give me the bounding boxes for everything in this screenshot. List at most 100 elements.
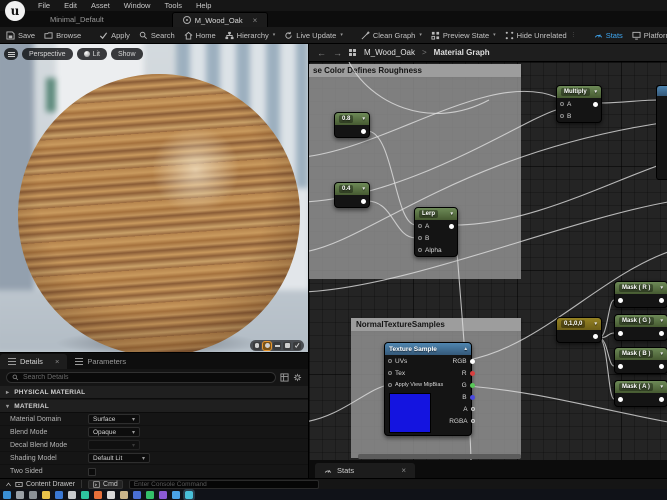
platform-stats-button[interactable]: Platform Stats — [632, 31, 667, 40]
a-output-pin[interactable] — [470, 407, 475, 411]
input-pin[interactable] — [560, 102, 564, 106]
input-pin[interactable] — [618, 364, 623, 369]
output-pin[interactable] — [659, 364, 664, 369]
viewport-menu-button[interactable] — [4, 48, 18, 60]
menu-help[interactable]: Help — [196, 1, 211, 10]
breadcrumb-page[interactable]: Material Graph — [434, 48, 490, 57]
save-button[interactable]: Save — [6, 31, 35, 40]
menu-tools[interactable]: Tools — [164, 1, 182, 10]
clean-graph-button[interactable]: Clean Graph ▾ — [361, 31, 422, 40]
rgba-output-pin[interactable] — [470, 419, 475, 423]
node-header[interactable]: Mask ( R ) ▾ — [615, 282, 667, 294]
details-search-box[interactable] — [6, 372, 276, 383]
preview-shape-cylinder-button[interactable] — [253, 341, 261, 350]
node-header[interactable]: 0.4 ▾ — [335, 183, 369, 195]
taskbar-icon-search[interactable] — [16, 490, 24, 499]
node-header[interactable]: Lerp ▾ — [415, 208, 457, 220]
r-output-pin[interactable] — [469, 370, 475, 376]
node-partial-right-edge[interactable] — [656, 85, 667, 180]
preview-shape-cube-button[interactable] — [283, 341, 291, 350]
node-header[interactable]: 0.8 ▾ — [335, 113, 369, 125]
console-command-input[interactable] — [128, 479, 319, 489]
unreal-logo-icon[interactable]: u — [5, 1, 25, 21]
close-icon[interactable]: × — [55, 357, 59, 366]
apply-button[interactable]: Apply — [99, 31, 130, 40]
taskbar-icon-app-gray[interactable] — [68, 490, 76, 499]
taskbar-icon-app-light[interactable] — [107, 490, 115, 499]
shading-model-dropdown[interactable]: Default Lit ▾ — [88, 453, 150, 463]
horizontal-scrollbar[interactable] — [358, 454, 521, 459]
search-details-input[interactable] — [23, 374, 270, 381]
menu-asset[interactable]: Asset — [91, 1, 110, 10]
breadcrumb-asset[interactable]: M_Wood_Oak — [364, 48, 415, 57]
node-mask-r[interactable]: Mask ( R ) ▾ — [614, 281, 667, 308]
taskbar-icon-file-explorer[interactable] — [42, 490, 50, 499]
taskbar-icon-app-teal[interactable] — [81, 490, 89, 499]
node-constant-0-4[interactable]: 0.4 ▾ — [334, 182, 370, 208]
output-pin[interactable] — [361, 198, 366, 204]
input-pin[interactable] — [388, 383, 392, 387]
preview-shape-sphere-button[interactable] — [262, 340, 272, 351]
section-physical-material[interactable]: ▸ PHYSICAL MATERIAL — [0, 386, 308, 399]
tab-stats[interactable]: Stats × — [315, 463, 415, 478]
node-header[interactable]: 0,1,0,0 ▾ — [557, 318, 601, 330]
taskbar-icon-start[interactable] — [3, 490, 11, 499]
preview-shape-custom-button[interactable] — [293, 341, 301, 350]
content-drawer-button[interactable]: Content Drawer — [5, 480, 75, 488]
menu-window[interactable]: Window — [124, 1, 151, 10]
node-header[interactable]: Multiply ▾ — [557, 86, 601, 98]
taskbar-icon-app-tan[interactable] — [120, 490, 128, 499]
output-pin[interactable] — [659, 331, 664, 336]
section-material[interactable]: ▾ MATERIAL — [0, 400, 308, 413]
node-texture-sample[interactable]: Texture Sample ▴ UVs Tex Apply View MipBi… — [384, 342, 475, 436]
node-header[interactable]: Mask ( G ) ▾ — [615, 315, 667, 327]
output-pin[interactable] — [659, 397, 664, 402]
back-arrow-icon[interactable]: ← — [317, 48, 326, 58]
normal-texture-preview[interactable] — [389, 393, 431, 433]
node-header[interactable]: Mask ( B ) ▾ — [615, 348, 667, 360]
input-pin[interactable] — [618, 298, 623, 303]
hierarchy-button[interactable]: Hierarchy ▾ — [225, 31, 275, 40]
forward-arrow-icon[interactable]: → — [333, 48, 342, 58]
gear-icon[interactable] — [293, 373, 302, 382]
preview-state-button[interactable]: Preview State ▾ — [431, 31, 496, 40]
output-pin[interactable] — [449, 223, 454, 229]
output-pin[interactable] — [593, 333, 598, 339]
input-pin[interactable] — [618, 397, 623, 402]
taskbar-icon-app-blue2[interactable] — [133, 490, 141, 499]
graph-canvas[interactable]: se Color Defines Roughness NormalTexture… — [309, 62, 667, 460]
input-pin[interactable] — [560, 114, 564, 118]
node-mask-a[interactable]: Mask ( A ) ▾ — [614, 380, 667, 407]
node-mask-g[interactable]: Mask ( G ) ▾ — [614, 314, 667, 341]
cmd-button[interactable]: Cmd — [88, 479, 123, 489]
tab-parameters[interactable]: Parameters — [67, 354, 134, 369]
input-pin[interactable] — [618, 331, 623, 336]
preview-shape-plane-button[interactable] — [273, 341, 281, 350]
home-button[interactable]: Home — [184, 31, 216, 40]
hide-unrelated-button[interactable]: Hide Unrelated ⋮ — [505, 31, 576, 40]
browse-button[interactable]: Browse — [44, 31, 81, 40]
lit-mode-button[interactable]: Lit — [76, 48, 107, 60]
material-domain-dropdown[interactable]: Surface ▾ — [88, 414, 140, 424]
comment-title[interactable]: NormalTextureSamples — [351, 318, 521, 331]
node-constant4-vector[interactable]: 0,1,0,0 ▾ — [556, 317, 602, 343]
tab-minimal-default[interactable]: Minimal_Default — [40, 12, 114, 27]
input-pin[interactable] — [388, 371, 392, 375]
g-output-pin[interactable] — [469, 382, 475, 388]
preview-viewport[interactable]: Perspective Lit Show — [0, 44, 308, 352]
show-button[interactable]: Show — [110, 48, 143, 60]
menu-edit[interactable]: Edit — [64, 1, 77, 10]
close-tab-icon[interactable]: × — [253, 16, 258, 25]
node-header[interactable]: Mask ( A ) ▾ — [615, 381, 667, 393]
node-mask-b[interactable]: Mask ( B ) ▾ — [614, 347, 667, 374]
taskbar-icon-app-blue3[interactable] — [172, 490, 180, 499]
taskbar-icon-app-blue[interactable] — [55, 490, 63, 499]
tab-details[interactable]: Details × — [0, 354, 68, 369]
live-update-button[interactable]: Live Update ▾ — [284, 31, 343, 40]
input-pin[interactable] — [418, 236, 422, 240]
stats-toggle-button[interactable]: Stats — [594, 31, 623, 40]
input-pin[interactable] — [388, 359, 392, 363]
taskbar-icon-app-green[interactable] — [146, 490, 154, 499]
taskbar-icon-app-purple[interactable] — [159, 490, 167, 499]
blend-mode-dropdown[interactable]: Opaque ▾ — [88, 427, 140, 437]
